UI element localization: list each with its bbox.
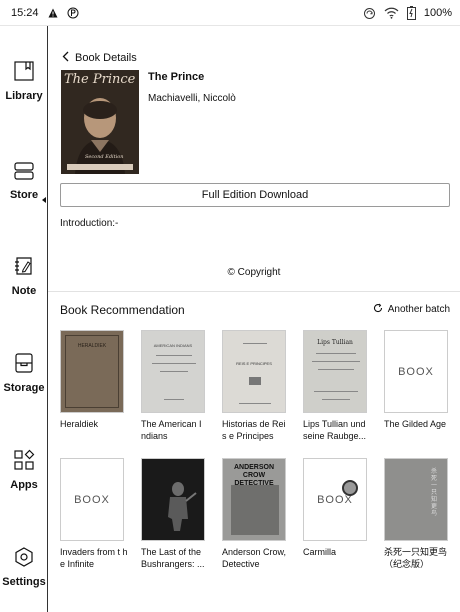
p-logo-icon: [67, 7, 79, 19]
book-card-title: Anderson Crow, Detective: [222, 547, 287, 569]
book-card[interactable]: AMERICAN INDIANS The American I ndians: [141, 330, 209, 442]
introduction-text: Introduction:-: [60, 218, 119, 229]
warning-icon: [48, 8, 58, 18]
book-card-title: Carmilla: [303, 547, 337, 557]
bookmark-book-icon: [13, 60, 35, 87]
sidebar-item-storage[interactable]: Storage: [0, 352, 48, 394]
sidebar-item-library[interactable]: Library: [0, 60, 48, 102]
another-batch-label: Another batch: [387, 304, 450, 315]
book-cover: The Prince Second Edition: [61, 70, 139, 174]
sidebar-item-label: Apps: [10, 479, 38, 491]
cover-title-text: The Prince: [64, 72, 136, 87]
sidebar: Library Store Note Storage Apps Settings: [0, 26, 48, 612]
cover-text: HERALDIEK: [77, 343, 107, 349]
book-card[interactable]: BOOX The Gilded Age: [384, 330, 452, 430]
cover-text: 杀死一只知更鸟: [431, 469, 438, 517]
book-author: Machiavelli, Niccolò: [148, 93, 236, 104]
refresh-icon: [373, 303, 383, 316]
book-card[interactable]: BOOX Carmilla: [303, 458, 371, 558]
sidebar-item-apps[interactable]: Apps: [0, 449, 48, 491]
sidebar-item-label: Store: [9, 189, 39, 201]
book-cover: 杀死一只知更鸟: [384, 458, 448, 541]
book-card-title: Historias de Rei s e Principes: [222, 419, 286, 441]
sidebar-item-label: Storage: [3, 382, 45, 394]
settings-hexagon-icon: [13, 546, 35, 573]
copyright-text: © Copyright: [227, 267, 281, 278]
book-card-title: Heraldiek: [60, 419, 99, 429]
book-card[interactable]: 杀死一只知更鸟 杀死一只知更鸟（纪念版）: [384, 458, 452, 570]
book-cover: REIS E PRINCIPES: [222, 330, 286, 413]
sync-icon: [363, 7, 376, 20]
book-card-title: Invaders from t he Infinite: [60, 547, 128, 569]
book-card[interactable]: Lips Tullian Lips Tullian und seine Raub…: [303, 330, 371, 442]
wifi-icon: [384, 7, 399, 19]
full-edition-download-button[interactable]: Full Edition Download: [60, 183, 450, 207]
cover-edition-text: Second Edition: [85, 154, 124, 160]
store-icon: [13, 161, 35, 186]
sidebar-item-label: Library: [5, 90, 43, 102]
page-title: Book Details: [75, 52, 137, 64]
book-cover: BOOX: [60, 458, 124, 541]
main-content: Book Details The Prince Second Edition T…: [48, 26, 460, 612]
book-card-title: Lips Tullian und seine Raubge...: [303, 419, 367, 441]
book-cover: BOOX: [303, 458, 367, 541]
book-card[interactable]: The Last of the Bushrangers: ...: [141, 458, 209, 570]
divider: [48, 291, 460, 292]
battery-icon: [406, 6, 416, 20]
book-cover: ANDERSON CROW DETECTIVE: [222, 458, 286, 541]
another-batch-button[interactable]: Another batch: [373, 303, 450, 316]
book-cover: [141, 458, 205, 541]
status-time: 15:24: [11, 6, 39, 19]
cover-text: AMERICAN INDIANS: [153, 343, 193, 348]
book-card[interactable]: BOOX Invaders from t he Infinite: [60, 458, 128, 570]
apps-grid-icon: [13, 449, 35, 476]
cover-text: Lips Tullian: [317, 339, 353, 346]
book-card-title: The Gilded Age: [384, 419, 447, 429]
touch-indicator-icon: [342, 480, 358, 496]
book-card[interactable]: HERALDIEK Heraldiek: [60, 330, 128, 430]
cover-text: REIS E PRINCIPES: [236, 361, 272, 366]
chevron-left-icon: [62, 51, 69, 65]
sidebar-item-settings[interactable]: Settings: [0, 546, 48, 588]
book-cover: HERALDIEK: [60, 330, 124, 413]
boox-placeholder-logo: BOOX: [317, 493, 353, 506]
sidebar-item-label: Note: [11, 285, 37, 297]
book-cover: AMERICAN INDIANS: [141, 330, 205, 413]
book-cover: Lips Tullian: [303, 330, 367, 413]
boox-placeholder-logo: BOOX: [398, 365, 434, 378]
book-card[interactable]: REIS E PRINCIPES Historias de Rei s e Pr…: [222, 330, 290, 442]
storage-icon: [13, 352, 35, 379]
boox-placeholder-logo: BOOX: [74, 493, 110, 506]
battery-percent: 100%: [423, 7, 452, 19]
sidebar-item-store[interactable]: Store: [0, 161, 48, 201]
book-cover: BOOX: [384, 330, 448, 413]
status-bar: 15:24 100%: [0, 0, 460, 26]
book-card-title: 杀死一只知更鸟（纪念版）: [384, 547, 448, 569]
book-card-title: The Last of the Bushrangers: ...: [141, 547, 205, 569]
sidebar-item-label: Settings: [2, 576, 46, 588]
book-title: The Prince: [148, 71, 205, 83]
book-card-title: The American I ndians: [141, 419, 202, 441]
back-button[interactable]: Book Details: [62, 51, 137, 65]
book-card[interactable]: ANDERSON CROW DETECTIVE Anderson Crow, D…: [222, 458, 290, 570]
sidebar-item-note[interactable]: Note: [0, 255, 48, 297]
note-pen-icon: [13, 255, 35, 282]
recommendation-title: Book Recommendation: [60, 303, 185, 317]
active-indicator: [42, 197, 46, 203]
